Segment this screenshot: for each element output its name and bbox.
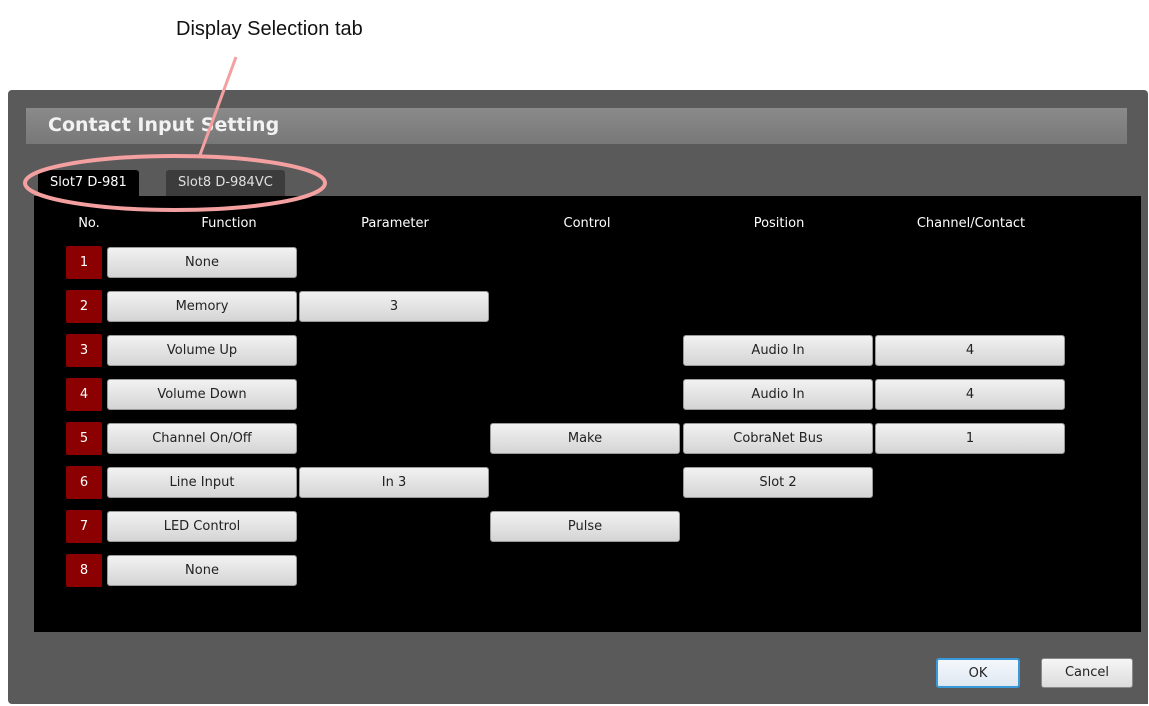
dialog-title: Contact Input Setting <box>48 114 280 136</box>
contact-input-dialog: Contact Input Setting Slot7 D-981 Slot8 … <box>8 90 1148 704</box>
position-button[interactable]: Audio In <box>683 335 873 366</box>
position-button[interactable]: CobraNet Bus <box>683 423 873 454</box>
channel-button[interactable]: 4 <box>875 335 1065 366</box>
function-button[interactable]: Memory <box>107 291 297 322</box>
channel-button[interactable]: 4 <box>875 379 1065 410</box>
control-button[interactable]: Pulse <box>490 511 680 542</box>
column-header-control: Control <box>563 216 611 231</box>
callout-label: Display Selection tab <box>176 18 363 40</box>
row-number-badge: 1 <box>66 246 102 279</box>
function-button[interactable]: None <box>107 555 297 586</box>
function-button[interactable]: Volume Down <box>107 379 297 410</box>
cancel-button[interactable]: Cancel <box>1041 658 1133 688</box>
column-header-function: Function <box>201 216 257 231</box>
column-header-no: No. <box>78 216 100 231</box>
screenshot-stage: Display Selection tab Contact Input Sett… <box>0 0 1149 706</box>
settings-grid-panel: No. Function Parameter Control Position … <box>34 196 1141 632</box>
function-button[interactable]: LED Control <box>107 511 297 542</box>
parameter-button[interactable]: In 3 <box>299 467 489 498</box>
channel-button[interactable]: 1 <box>875 423 1065 454</box>
tab-slot7[interactable]: Slot7 D-981 <box>38 170 139 196</box>
position-button[interactable]: Audio In <box>683 379 873 410</box>
position-button[interactable]: Slot 2 <box>683 467 873 498</box>
tab-slot8[interactable]: Slot8 D-984VC <box>166 170 285 196</box>
row-number-badge: 5 <box>66 422 102 455</box>
row-number-badge: 4 <box>66 378 102 411</box>
dialog-titlebar: Contact Input Setting <box>26 108 1127 144</box>
row-number-badge: 6 <box>66 466 102 499</box>
row-number-badge: 8 <box>66 554 102 587</box>
row-number-badge: 2 <box>66 290 102 323</box>
ok-button[interactable]: OK <box>936 658 1020 688</box>
control-button[interactable]: Make <box>490 423 680 454</box>
function-button[interactable]: None <box>107 247 297 278</box>
row-number-badge: 7 <box>66 510 102 543</box>
column-header-position: Position <box>753 216 805 231</box>
function-button[interactable]: Channel On/Off <box>107 423 297 454</box>
column-header-channel-contact: Channel/Contact <box>916 216 1026 231</box>
column-header-parameter: Parameter <box>361 216 429 231</box>
function-button[interactable]: Line Input <box>107 467 297 498</box>
parameter-button[interactable]: 3 <box>299 291 489 322</box>
function-button[interactable]: Volume Up <box>107 335 297 366</box>
row-number-badge: 3 <box>66 334 102 367</box>
